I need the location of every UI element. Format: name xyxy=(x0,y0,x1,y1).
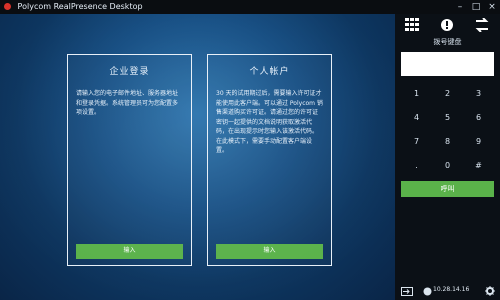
personal-account-card: 个人帐户 30 天的试用期过后，需要输入许可证才能使用此客户端。可以通过 Pol… xyxy=(207,54,332,266)
key-0[interactable]: 0 xyxy=(432,156,463,176)
settings-gear-icon[interactable] xyxy=(485,286,495,296)
key-4[interactable]: 4 xyxy=(401,108,432,128)
key-5[interactable]: 5 xyxy=(432,108,463,128)
dialpad-sidebar: 拨号键盘 1 2 3 4 5 6 7 8 9 . 0 # 呼叫 10.28.14… xyxy=(395,14,500,300)
key-hash[interactable]: # xyxy=(463,156,494,176)
tab-calls[interactable] xyxy=(465,14,500,36)
key-8[interactable]: 8 xyxy=(432,132,463,152)
key-9[interactable]: 9 xyxy=(463,132,494,152)
tab-contacts[interactable] xyxy=(430,14,465,36)
main-panel: 企业登录 请输入您的电子邮件地址、服务器地址和登录凭据。系统管理员可为您配置多项… xyxy=(0,14,395,300)
personal-account-button[interactable]: 输入 xyxy=(216,244,323,259)
call-button[interactable]: 呼叫 xyxy=(401,181,494,197)
contacts-icon xyxy=(441,19,453,31)
enterprise-login-description: 请输入您的电子邮件地址、服务器地址和登录凭据。系统管理员可为您配置多项设置。 xyxy=(76,90,179,116)
window-title: Polycom RealPresence Desktop xyxy=(17,2,143,11)
app-window: Polycom RealPresence Desktop – □ × 企业登录 … xyxy=(0,0,500,300)
tab-dialpad[interactable] xyxy=(395,14,430,36)
personal-account-description: 30 天的试用期过后，需要输入许可证才能使用此客户端。可以通过 Polycom … xyxy=(216,90,323,154)
key-7[interactable]: 7 xyxy=(401,132,432,152)
polycom-logo-icon xyxy=(4,3,11,10)
status-bar: 10.28.14.16 xyxy=(395,283,500,300)
key-2[interactable]: 2 xyxy=(432,84,463,104)
keypad-title: 拨号键盘 xyxy=(433,38,462,46)
ip-address: 10.28.14.16 xyxy=(433,286,470,293)
calls-icon xyxy=(475,18,489,32)
minimize-button[interactable]: – xyxy=(452,0,468,14)
key-1[interactable]: 1 xyxy=(401,84,432,104)
enterprise-login-title: 企业登录 xyxy=(109,67,150,77)
dialpad-icon xyxy=(405,18,419,31)
sidebar-tabs xyxy=(395,14,500,36)
title-bar: Polycom RealPresence Desktop – □ × xyxy=(0,0,500,14)
key-3[interactable]: 3 xyxy=(463,84,494,104)
personal-account-title: 个人帐户 xyxy=(249,67,290,77)
close-button[interactable]: × xyxy=(484,0,500,14)
enterprise-login-button[interactable]: 输入 xyxy=(76,244,183,259)
enterprise-login-card: 企业登录 请输入您的电子邮件地址、服务器地址和登录凭据。系统管理员可为您配置多项… xyxy=(67,54,192,266)
key-dot[interactable]: . xyxy=(401,156,432,176)
maximize-button[interactable]: □ xyxy=(468,0,484,14)
network-icon xyxy=(423,287,432,296)
key-6[interactable]: 6 xyxy=(463,108,494,128)
dial-number-input[interactable] xyxy=(401,52,494,76)
sign-in-icon[interactable] xyxy=(401,287,413,296)
